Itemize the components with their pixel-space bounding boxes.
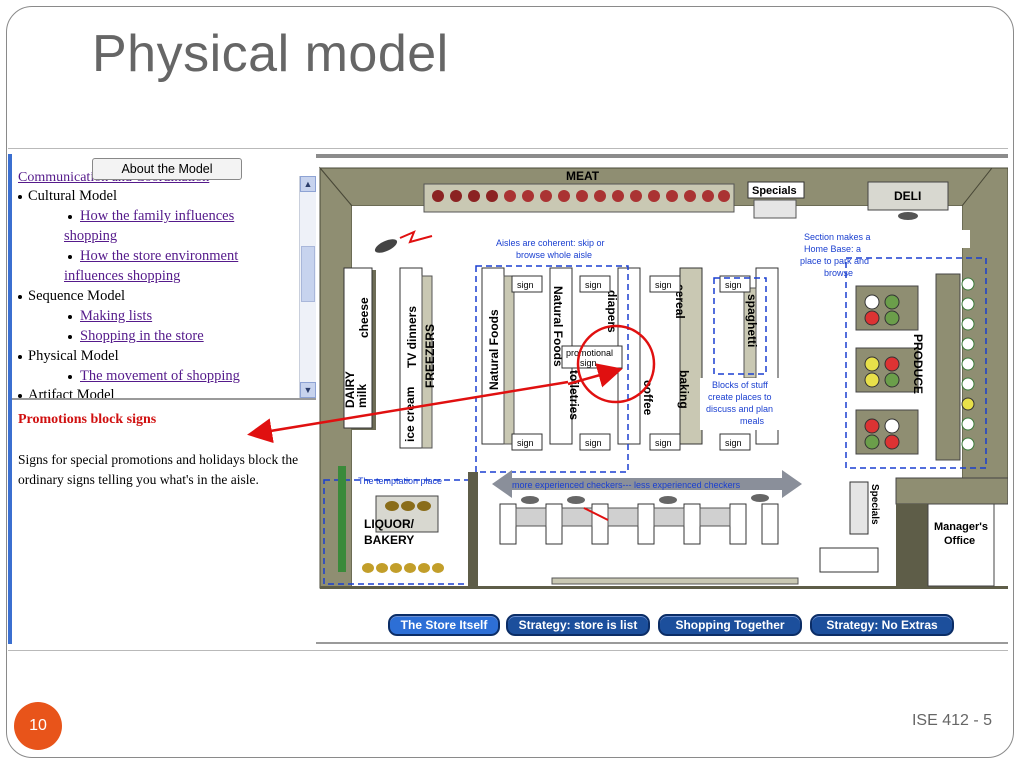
- footer-label: ISE 412 - 5: [911, 712, 992, 729]
- bullet-icon: [68, 254, 72, 259]
- office-left-wall: [896, 504, 928, 586]
- produce-rack-items-icon: [961, 277, 975, 451]
- produce-wall-rack: [935, 273, 961, 461]
- sign-label: sign: [585, 280, 602, 290]
- specials-top-label: Specials: [752, 185, 797, 197]
- scroll-up-arrow-icon[interactable]: ▲: [300, 176, 316, 192]
- nav-link-store-environment[interactable]: How the store environment: [68, 248, 238, 265]
- description-title: Promotions block signs: [18, 412, 157, 427]
- office-top-wall: [895, 477, 1008, 505]
- footer-divider: [8, 650, 1008, 651]
- milk-label: milk: [355, 384, 369, 408]
- homebase-note-line2: Home Base: a: [804, 244, 861, 254]
- managers-label-line1: Manager's: [934, 521, 988, 533]
- cheese-label: cheese: [357, 297, 371, 338]
- blocks-note-line2: create places to: [708, 392, 772, 402]
- store-floor-plan: MEAT Specials DELI Section makes a Home …: [318, 166, 1008, 589]
- sign-label: sign: [517, 280, 534, 290]
- nav-link-movement-of-shopping[interactable]: The movement of shopping: [68, 368, 240, 385]
- page-number-badge: 10: [14, 702, 62, 750]
- spaghetti-label: spaghetti: [745, 294, 759, 347]
- nav-link-family-influences-cont[interactable]: shopping: [64, 228, 117, 245]
- bullet-icon: [18, 294, 22, 299]
- freezers-label: FREEZERS: [423, 324, 437, 388]
- bullet-icon: [68, 214, 72, 219]
- front-counter: [551, 577, 799, 585]
- blocks-note-line4: meals: [740, 416, 765, 426]
- sign-label: sign: [655, 438, 672, 448]
- temptation-label: The temptation place: [358, 476, 442, 486]
- nav-item-artifact-model[interactable]: Artifact Model: [18, 387, 115, 398]
- toiletries-label: toiletries: [567, 370, 581, 420]
- homebase-note-line1: Section makes a: [804, 232, 871, 242]
- nav-link-shopping-in-store[interactable]: Shopping in the store: [68, 328, 204, 345]
- tv-dinners-label: TV dinners: [405, 306, 419, 368]
- sign-label: sign: [585, 438, 602, 448]
- description-pane: Promotions block signs Signs for special…: [12, 400, 317, 644]
- bullet-icon: [18, 393, 22, 398]
- cart-corral: [819, 547, 879, 573]
- aisle-natural-foods-side: [503, 275, 515, 445]
- liquor-label: LIQUOR/: [364, 517, 415, 531]
- aisle-note-line2: browse whole aisle: [516, 250, 592, 260]
- homebase-note-line4: browse: [824, 268, 853, 278]
- scroll-thumb[interactable]: [301, 246, 315, 302]
- tab-strategy-no-extras[interactable]: Strategy: No Extras: [810, 614, 954, 636]
- tab-strategy-store-is-list[interactable]: Strategy: store is list: [506, 614, 650, 636]
- produce-label: PRODUCE: [911, 334, 925, 394]
- bullet-icon: [18, 354, 22, 359]
- liquor-shelf: [338, 466, 346, 572]
- natural-foods-label-1: Natural Foods: [487, 309, 501, 390]
- about-the-model-button[interactable]: About the Model: [92, 158, 242, 180]
- nav-scrollbar[interactable]: ▲ ▼: [299, 176, 316, 398]
- store-floor: [352, 206, 962, 588]
- tab-shopping-together[interactable]: Shopping Together: [658, 614, 802, 636]
- nav-item-cultural-model[interactable]: Cultural Model: [18, 188, 117, 205]
- nav-link-store-environment-cont[interactable]: influences shopping: [64, 268, 180, 285]
- specials-side-display: [849, 481, 869, 535]
- bullet-icon: [18, 194, 22, 199]
- model-viewer-window: Communication and Coordination About the…: [8, 154, 1008, 644]
- nav-link-making-lists[interactable]: Making lists: [68, 308, 152, 325]
- bakery-label: BAKERY: [364, 533, 414, 547]
- aisle-note-line1: Aisles are coherent: skip or: [496, 238, 605, 248]
- promo-sign-line1: promotional: [566, 348, 613, 358]
- managers-label-line2: Office: [944, 535, 975, 547]
- deli-label: DELI: [894, 189, 921, 203]
- sign-label: sign: [517, 438, 534, 448]
- bullet-icon: [68, 314, 72, 319]
- sign-label: sign: [655, 280, 672, 290]
- bottom-edge: [320, 586, 1008, 589]
- map-bottom-border: [316, 642, 1008, 644]
- scroll-down-arrow-icon[interactable]: ▼: [300, 382, 316, 398]
- sign-label: sign: [725, 438, 742, 448]
- blocks-note-line3: discuss and plan: [706, 404, 773, 414]
- model-nav-pane[interactable]: Communication and Coordination About the…: [12, 154, 317, 400]
- specials-top-display: [753, 199, 797, 219]
- specials-side-label: Specials: [869, 484, 880, 525]
- tab-the-store-itself[interactable]: The Store Itself: [388, 614, 500, 636]
- description-body: Signs for special promotions and holiday…: [18, 452, 299, 487]
- checkers-label: more experienced checkers--- less experi…: [512, 480, 741, 490]
- bakery-wall: [468, 472, 478, 586]
- deli-scale-icon: [898, 212, 918, 220]
- promo-sign-line2: sign: [580, 358, 597, 368]
- title-divider: [8, 148, 1008, 149]
- blocks-note-line1: Blocks of stuff: [712, 380, 768, 390]
- nav-item-physical-model[interactable]: Physical Model: [18, 348, 119, 365]
- bread-icon: [385, 501, 431, 511]
- nav-link-family-influences[interactable]: How the family influences: [68, 208, 234, 225]
- baking-label: baking: [677, 370, 691, 409]
- meat-label: MEAT: [566, 169, 600, 183]
- nav-item-sequence-model[interactable]: Sequence Model: [18, 288, 125, 305]
- sign-label: sign: [725, 280, 742, 290]
- store-map-pane: MEAT Specials DELI Section makes a Home …: [316, 154, 1008, 644]
- ice-cream-label: ice cream: [403, 387, 417, 442]
- bullet-icon: [68, 334, 72, 339]
- slide-title: Physical model: [92, 25, 449, 83]
- bullet-icon: [68, 374, 72, 379]
